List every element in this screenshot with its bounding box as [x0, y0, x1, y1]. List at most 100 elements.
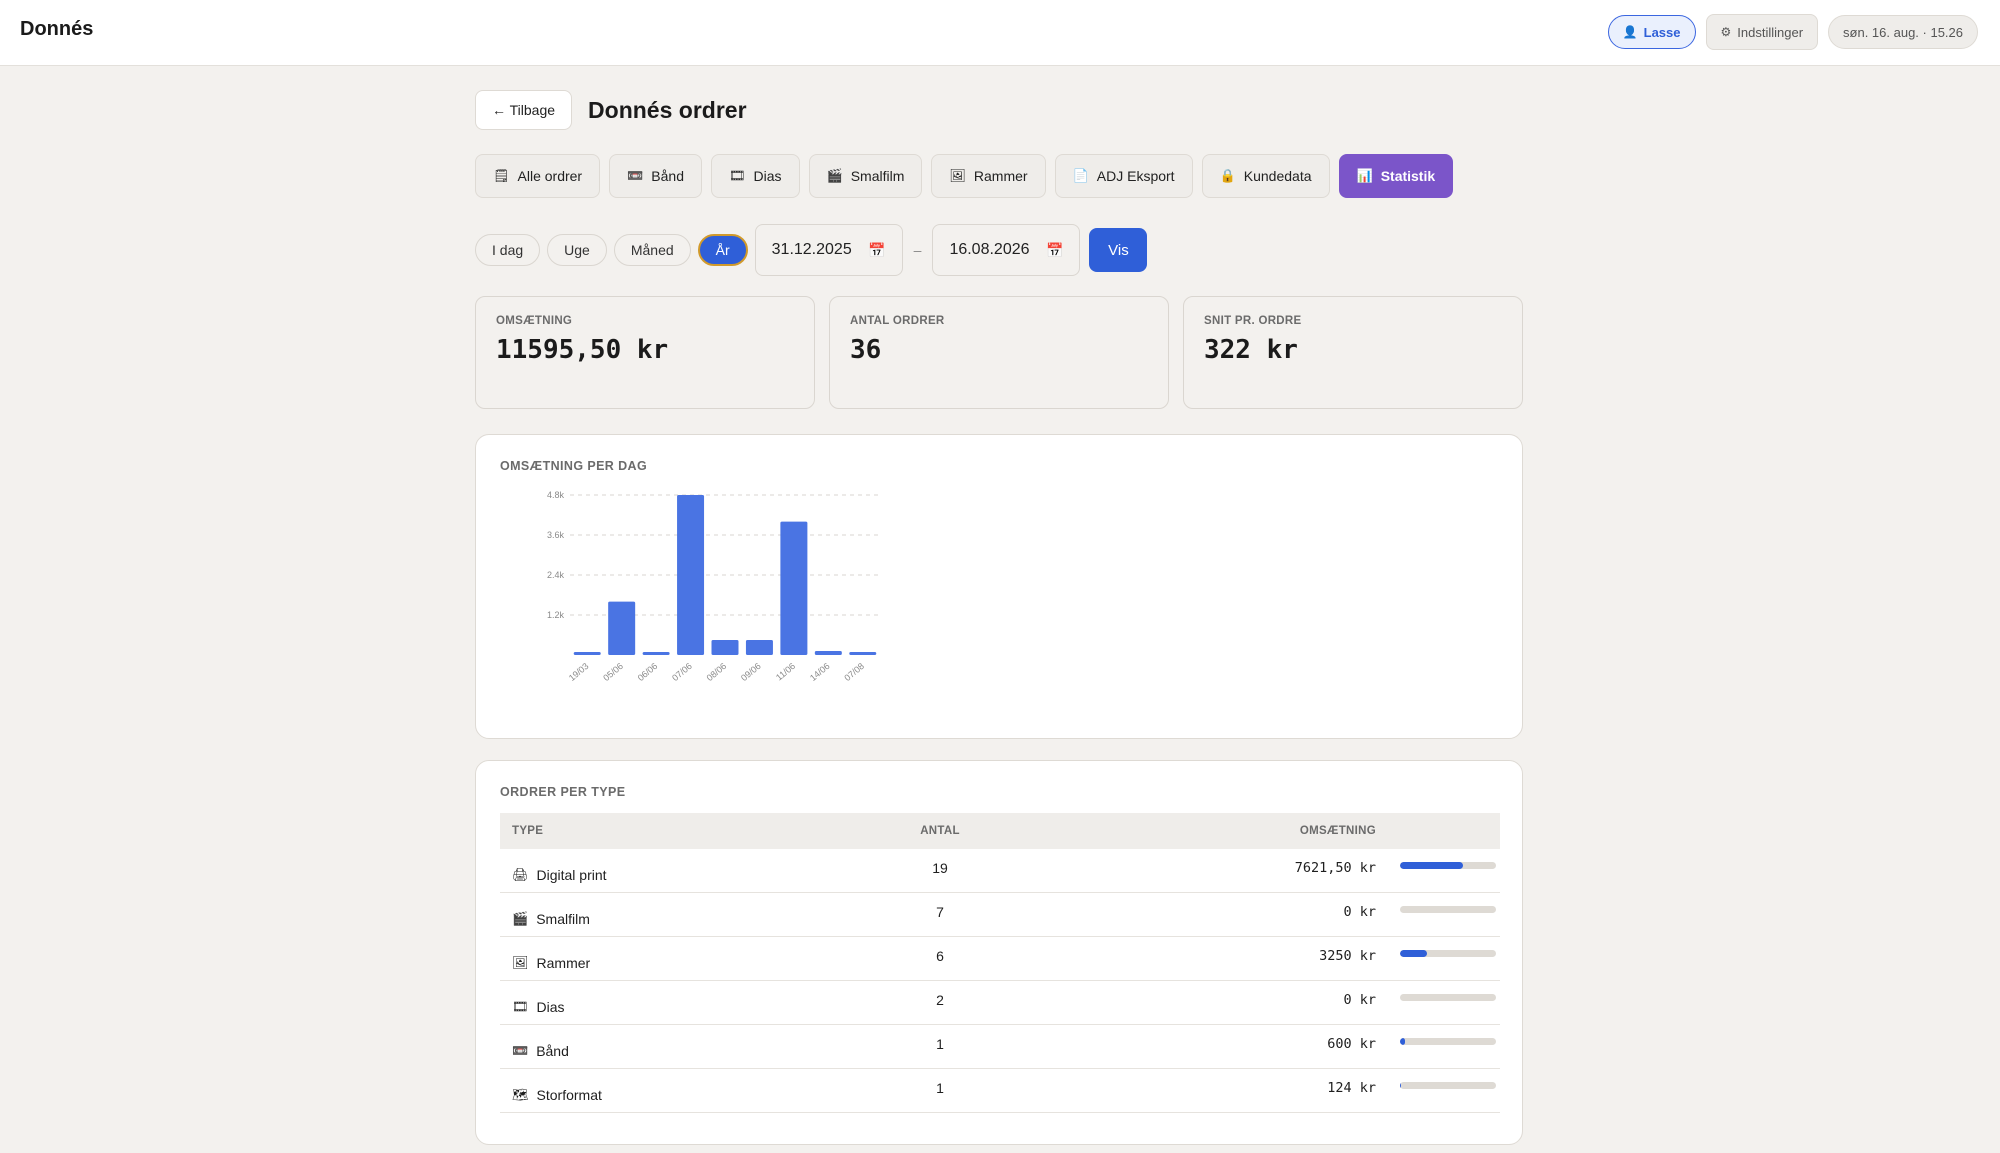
gear-icon: ⚙	[1720, 25, 1732, 39]
chart-bar	[745, 640, 773, 655]
top-right-controls: 👤 Lasse ⚙ Indstillinger søn. 16. aug. · …	[1607, 14, 1978, 50]
chart-bar	[573, 652, 601, 655]
tab-alle-ordrer[interactable]: 🗒 Alle ordrer	[475, 154, 601, 198]
type-name: Storformat	[536, 1086, 602, 1103]
stat-value: 322 kr	[1204, 335, 1298, 365]
tab-icon: 🎞	[729, 168, 746, 183]
page-title: Donnés ordrer	[588, 96, 747, 123]
table-title: ORDRER PER TYPE	[500, 785, 626, 799]
tab-icon: 🗒	[493, 168, 510, 183]
tab-icon: 🎬	[826, 168, 843, 183]
table-header: TYPE ANTAL OMSÆTNING	[500, 813, 1500, 849]
count-cell: 2	[936, 991, 944, 1008]
type-name: Dias	[536, 998, 565, 1015]
share-cell	[1380, 1038, 1500, 1045]
share-bar-track	[1400, 950, 1496, 957]
tab-bånd[interactable]: 📼 Bånd	[609, 154, 702, 198]
revenue-stat-card: OMSÆTNING 11595,50 kr	[475, 296, 815, 409]
from-date-value: 31.12.2025	[771, 241, 852, 258]
type-cell: 📼 Bånd	[500, 1043, 860, 1059]
tab-kundedata[interactable]: 🔒 Kundedata	[1201, 154, 1330, 198]
type-cell: 🖼 Rammer	[500, 955, 860, 971]
settings-button[interactable]: ⚙ Indstillinger	[1705, 14, 1819, 50]
calendar-icon[interactable]: 📅	[1046, 242, 1063, 259]
tab-label: Alle ordrer	[517, 168, 583, 184]
type-icon: 🎞	[512, 998, 529, 1014]
type-name: Rammer	[536, 954, 591, 971]
range-week-button[interactable]: Uge	[547, 234, 607, 266]
share-bar-track	[1400, 862, 1496, 869]
share-cell	[1380, 906, 1500, 913]
count-cell: 6	[936, 947, 944, 964]
tab-adj-eksport[interactable]: 📄 ADJ Eksport	[1054, 154, 1193, 198]
range-year-button[interactable]: År	[697, 234, 748, 266]
main-content: ← Tilbage Donnés ordrer 🗒 Alle ordrer 📼 Bån…	[475, 90, 1523, 1145]
y-tick-label: 1.2k	[547, 610, 565, 620]
revenue-chart-card: OMSÆTNING PER DAG 1.2k 2.4k 3.6k 4.8k 19/03 0…	[475, 434, 1523, 739]
tab-label: Kundedata	[1243, 168, 1312, 184]
orders-by-type-table: TYPE ANTAL OMSÆTNING 🖨 Digital print 19 762…	[500, 813, 1500, 1113]
stat-label: ANTAL ORDRER	[850, 315, 945, 327]
type-icon: 🖼	[512, 954, 529, 970]
user-button[interactable]: 👤 Lasse	[1607, 15, 1696, 49]
share-bar-track	[1400, 1082, 1496, 1089]
back-button[interactable]: ← Tilbage	[475, 90, 573, 130]
to-date-input[interactable]: 16.08.2026 📅	[932, 224, 1081, 276]
stat-value: 11595,50 kr	[496, 335, 669, 365]
table-row: 📼 Bånd 1 600 kr	[500, 1025, 1500, 1069]
range-today-button[interactable]: I dag	[475, 234, 541, 266]
range-month-button[interactable]: Måned	[613, 234, 691, 266]
calendar-icon[interactable]: 📅	[868, 242, 885, 259]
share-cell	[1380, 950, 1500, 957]
share-bar-track	[1400, 1038, 1496, 1045]
type-name: Bånd	[536, 1042, 569, 1059]
revenue-cell: 600 kr	[1327, 1035, 1376, 1052]
page-header: ← Tilbage Donnés ordrer	[475, 90, 1523, 130]
share-bar-track	[1400, 906, 1496, 913]
type-icon: 🎬	[512, 910, 529, 926]
tab-label: Rammer	[973, 168, 1028, 184]
revenue-cell: 124 kr	[1327, 1079, 1376, 1096]
show-button[interactable]: Vis	[1089, 228, 1148, 272]
top-bar: Donnés 👤 Lasse ⚙ Indstillinger søn. 16. …	[0, 0, 2000, 66]
type-cell: 🎞 Dias	[500, 999, 860, 1015]
tab-icon: 📄	[1072, 168, 1089, 183]
tab-smalfilm[interactable]: 🎬 Smalfilm	[808, 154, 923, 198]
revenue-per-day-chart: 1.2k 2.4k 3.6k 4.8k 19/03 05/06 06/06 07/06 08/0…	[547, 490, 880, 683]
revenue-cell: 0 kr	[1343, 903, 1376, 920]
average-stat-card: SNIT PR. ORDRE 322 kr	[1183, 296, 1523, 409]
chart-bar	[642, 652, 670, 655]
tab-rammer[interactable]: 🖼 Rammer	[931, 154, 1046, 198]
revenue-cell: 3250 kr	[1319, 947, 1376, 964]
x-tick-label: 06/06	[636, 661, 660, 683]
tab-label: Smalfilm	[850, 168, 905, 184]
from-date-input[interactable]: 31.12.2025 📅	[754, 224, 903, 276]
date-filters: I dag Uge Måned År 31.12.2025 📅 – 16.08.…	[475, 224, 1523, 276]
stat-value: 36	[850, 335, 882, 365]
revenue-cell: 7621,50 kr	[1294, 859, 1376, 876]
x-tick-label: 05/06	[601, 661, 625, 683]
x-tick-label: 07/08	[842, 661, 866, 683]
type-name: Smalfilm	[536, 910, 590, 927]
type-icon: 📼	[512, 1042, 529, 1058]
tab-icon: 📊	[1356, 168, 1373, 183]
table-row: 🖼 Rammer 6 3250 kr	[500, 937, 1500, 981]
tab-icon: 📼	[627, 168, 644, 183]
chart-bar	[814, 651, 842, 655]
x-tick-label: 14/06	[808, 661, 832, 683]
settings-label: Indstillinger	[1737, 24, 1804, 40]
x-tick-label: 08/06	[705, 661, 729, 683]
x-tick-label: 11/06	[774, 661, 797, 683]
column-header-type: TYPE	[512, 825, 544, 837]
app-brand[interactable]: Donnés	[20, 18, 93, 41]
tab-dias[interactable]: 🎞 Dias	[711, 154, 800, 198]
x-tick-label: 07/06	[670, 661, 694, 683]
type-name: Digital print	[536, 866, 607, 883]
share-cell	[1380, 862, 1500, 869]
tab-label: Statistik	[1380, 168, 1436, 184]
tab-label: Bånd	[651, 168, 684, 184]
type-icon: 🖨	[512, 866, 529, 882]
count-cell: 19	[932, 859, 948, 876]
type-cell: 🎬 Smalfilm	[500, 911, 860, 927]
tab-statistik[interactable]: 📊 Statistik	[1338, 154, 1454, 198]
